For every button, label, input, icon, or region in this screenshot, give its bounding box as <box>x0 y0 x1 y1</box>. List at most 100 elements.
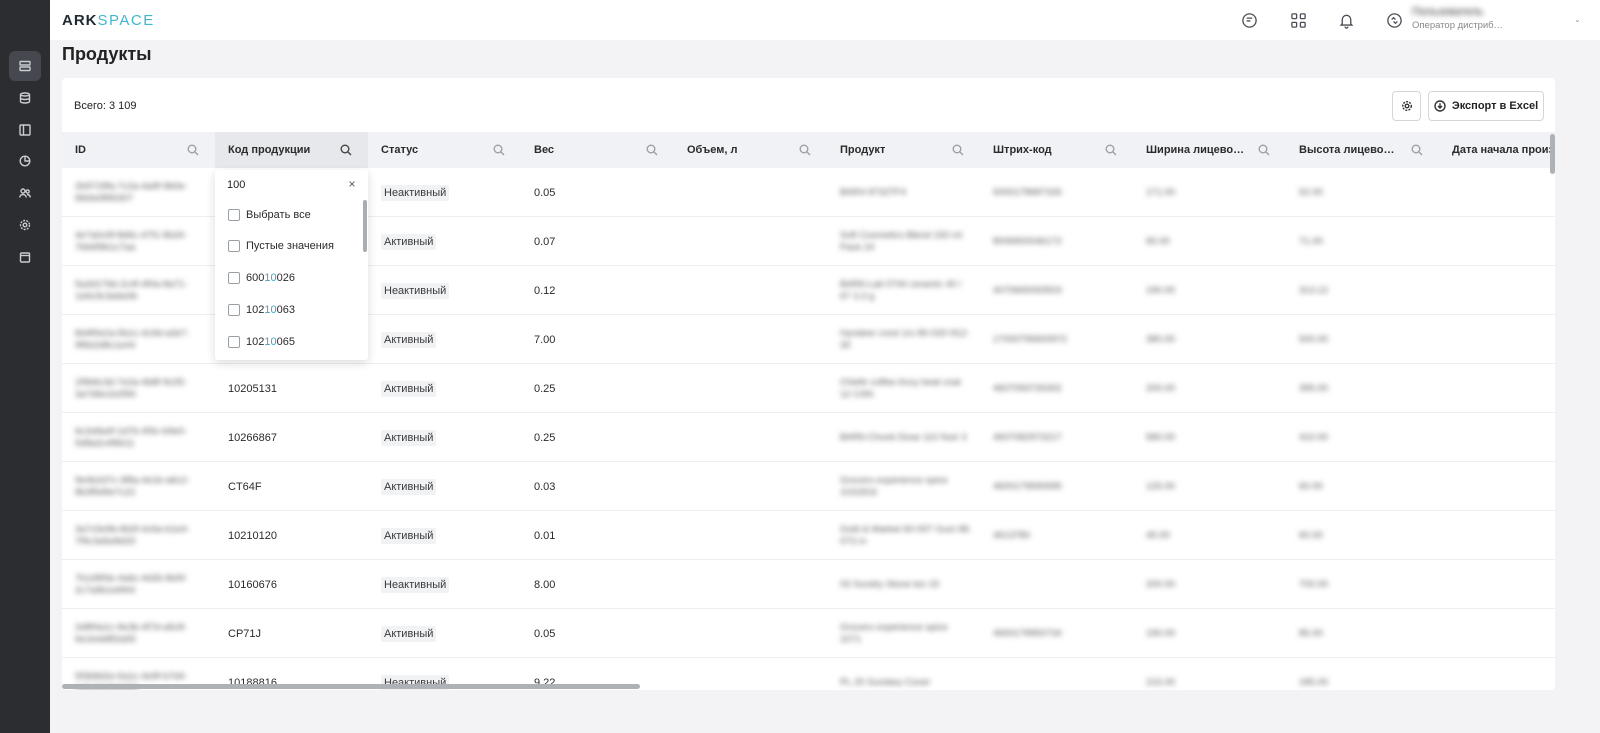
sync-icon[interactable] <box>1383 9 1405 31</box>
filter-option[interactable]: 10210063 <box>228 302 295 318</box>
table-row[interactable]: 9e4b2d7c-3f8a-4e1b-a6c2-8b3f5d9e7c22 CT64… <box>62 462 1555 511</box>
search-icon[interactable] <box>799 144 811 156</box>
cell-face-height: 85.00 <box>1286 609 1439 658</box>
dropdown-scrollbar[interactable] <box>363 200 367 252</box>
search-icon[interactable] <box>187 144 199 156</box>
checkbox[interactable] <box>228 240 240 252</box>
cell-face-height-text: 500.00 <box>1299 333 1329 345</box>
column-header-barcode[interactable]: Штрих-код <box>980 132 1133 168</box>
column-label: Ширина лицевой ... <box>1146 144 1246 156</box>
logo-ark: ARK <box>62 12 98 29</box>
users-icon[interactable] <box>9 178 41 208</box>
cell-code: CT64F <box>215 462 368 511</box>
sidebar <box>0 0 50 733</box>
filter-option-empty[interactable]: Пустые значения <box>228 238 334 254</box>
table-row[interactable]: 7b1d9f3e-4a6c-4d2b-8e5f-2c7a9b1d4f44 1016… <box>62 560 1555 609</box>
cell-face-width-text: 190.00 <box>1146 627 1176 639</box>
option-label: 60010026 <box>246 272 295 284</box>
chat-icon[interactable] <box>1238 9 1260 31</box>
cell-id: 7b1d9f3e-4a6c-4d2b-8e5f-2c7a9b1d4f44 <box>62 560 215 609</box>
cell-face-width-text: 200.00 <box>1146 578 1176 590</box>
column-header-production-start[interactable]: Дата начала произ <box>1439 132 1555 168</box>
close-icon[interactable]: × <box>346 177 358 191</box>
table-row[interactable]: 3a7c5e9b-8d2f-4c6a-b1e4-7f9c3a5e8d33 1021… <box>62 511 1555 560</box>
calendar-icon[interactable] <box>9 242 41 272</box>
cell-id-text: 3a7c5e9b-8d2f-4c6a-b1e4-7f9c3a5e8d33 <box>75 523 190 547</box>
layout-icon[interactable] <box>9 115 41 145</box>
cell-id: 8d4f0e2a-5b1c-4c9d-a3e7-9f6b2d8c1e44 <box>62 315 215 364</box>
search-icon[interactable] <box>646 144 658 156</box>
cell-face-width: 125.00 <box>1133 462 1286 511</box>
cell-face-height: 700.00 <box>1286 560 1439 609</box>
cell-id-text: 7b1d9f3e-4a6c-4d2b-8e5f-2c7a9b1d4f44 <box>75 572 188 596</box>
logo[interactable]: ARKSPACE <box>62 12 155 29</box>
checkbox[interactable] <box>228 272 240 284</box>
horizontal-scrollbar[interactable] <box>62 684 640 689</box>
user-name: Пользователь <box>1412 6 1484 18</box>
cell-face-height: 313.12 <box>1286 266 1439 315</box>
apps-grid-icon[interactable] <box>1287 9 1309 31</box>
checkbox[interactable] <box>228 336 240 348</box>
cell-id: 2d8f4a1c-9e3b-4f7d-a5c8-6e1b4d8f2a55 <box>62 609 215 658</box>
column-header-status[interactable]: Статус <box>368 132 521 168</box>
cell-face-width-text: 580.00 <box>1146 431 1176 443</box>
cell-face-height: 71.00 <box>1286 217 1439 266</box>
column-header-face-width[interactable]: Ширина лицевой ... <box>1133 132 1286 168</box>
cell-face-height: 185.00 <box>1286 658 1439 690</box>
cell-face-height-text: 52.00 <box>1299 186 1323 198</box>
cell-face-width-text: 171.00 <box>1146 186 1176 198</box>
cell-barcode-text: 8006900046172 <box>993 235 1062 247</box>
filter-option[interactable]: 10210065 <box>228 334 295 350</box>
cell-face-height-text: 60.00 <box>1299 529 1323 541</box>
cell-code: CP71J <box>215 609 368 658</box>
database-icon[interactable] <box>9 83 41 113</box>
filter-option[interactable]: 60010026 <box>228 270 295 286</box>
cell-face-height: 60.00 <box>1286 462 1439 511</box>
vertical-scrollbar[interactable] <box>1550 134 1555 174</box>
chevron-down-icon[interactable]: ⌄ <box>1574 15 1581 24</box>
column-label: Штрих-код <box>993 144 1052 156</box>
cell-face-height: 52.00 <box>1286 168 1439 217</box>
search-icon[interactable] <box>1411 144 1423 156</box>
cell-face-width: 171.00 <box>1133 168 1286 217</box>
cell-face-width-text: 215.00 <box>1146 676 1176 688</box>
cell-face-width-text: 190.00 <box>1146 284 1176 296</box>
column-label: Вес <box>534 144 555 156</box>
cell-status-text: Активный <box>381 331 437 348</box>
cell-barcode-text: 4070665093503 <box>993 284 1062 296</box>
table-row[interactable]: 1f9b6c3d-7e2a-4b8f-9c05-3a7d6e1b2f90 1020… <box>62 364 1555 413</box>
column-header-volume[interactable]: Объем, л <box>674 132 827 168</box>
search-icon[interactable] <box>952 144 964 156</box>
checkbox[interactable] <box>228 209 240 221</box>
column-header-code[interactable]: Код продукции <box>215 132 368 168</box>
user-menu[interactable]: Пользователь Оператор дистрибу... <box>1412 6 1542 34</box>
cell-weight: 0.25 <box>521 364 674 413</box>
cell-face-height: 60.00 <box>1286 511 1439 560</box>
column-header-id[interactable]: ID <box>62 132 215 168</box>
products-icon[interactable] <box>9 51 41 81</box>
export-excel-button[interactable]: Экспорт в Excel <box>1428 91 1544 121</box>
cell-product-text: Soft Cosmetics Blend 150 ml Pack 24 <box>840 229 962 253</box>
table-row[interactable]: 6c2e8a4f-1d7b-4f3c-b9e0-5d8a2c4f6b11 1026… <box>62 413 1555 462</box>
search-icon[interactable] <box>1105 144 1117 156</box>
filter-option-select-all[interactable]: Выбрать все <box>228 207 311 223</box>
table-row[interactable]: 2d8f4a1c-9e3b-4f7d-a5c8-6e1b4d8f2a55 CP71… <box>62 609 1555 658</box>
search-icon[interactable] <box>1258 144 1270 156</box>
chart-icon[interactable] <box>9 146 41 176</box>
column-header-product[interactable]: Продукт <box>827 132 980 168</box>
settings-icon[interactable] <box>9 210 41 240</box>
cell-code-text: CP71J <box>228 627 262 640</box>
cell-id-text: 5a3d17bb-2c4f-4f0a-8a71-1d4c9c3a6e0b <box>75 278 188 302</box>
column-header-face-height[interactable]: Высота лицевой ч... <box>1286 132 1439 168</box>
checkbox[interactable] <box>228 304 240 316</box>
table-settings-button[interactable] <box>1392 91 1421 121</box>
cell-id: 3a7c5e9b-8d2f-4c6a-b1e4-7f9c3a5e8d33 <box>62 511 215 560</box>
cell-status-text: Неактивный <box>381 576 450 593</box>
search-icon[interactable] <box>493 144 505 156</box>
search-icon[interactable] <box>340 144 352 156</box>
filter-search-input[interactable] <box>227 178 347 192</box>
bell-icon[interactable] <box>1335 9 1357 31</box>
cell-face-height-text: 71.00 <box>1299 235 1323 247</box>
column-header-weight[interactable]: Вес <box>521 132 674 168</box>
cell-face-width: 65.00 <box>1133 217 1286 266</box>
